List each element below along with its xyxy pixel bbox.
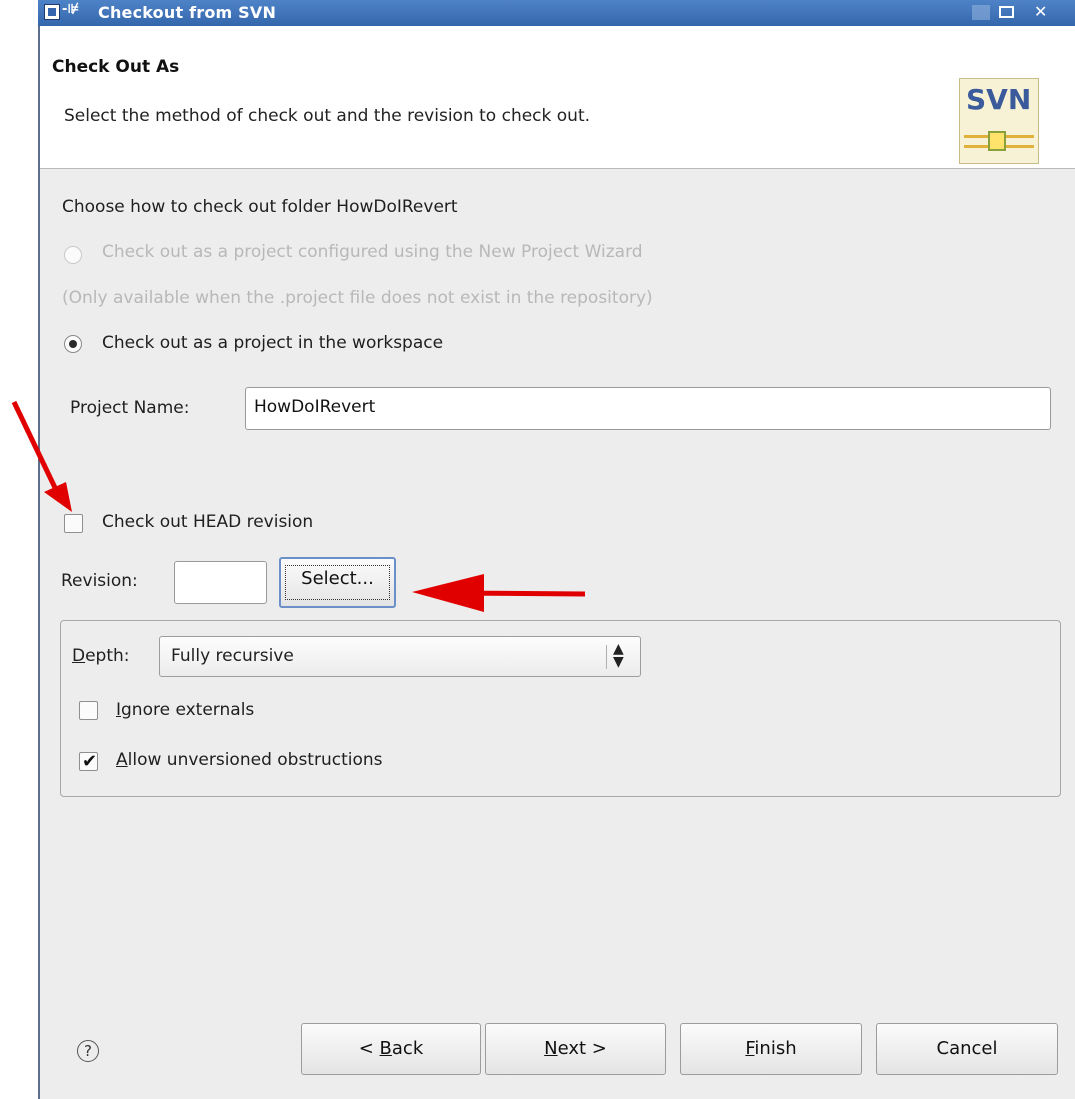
annotation-arrows <box>11 400 586 612</box>
annotation-arrow-checkbox <box>11 400 72 512</box>
annotation-arrow-select <box>412 574 586 612</box>
